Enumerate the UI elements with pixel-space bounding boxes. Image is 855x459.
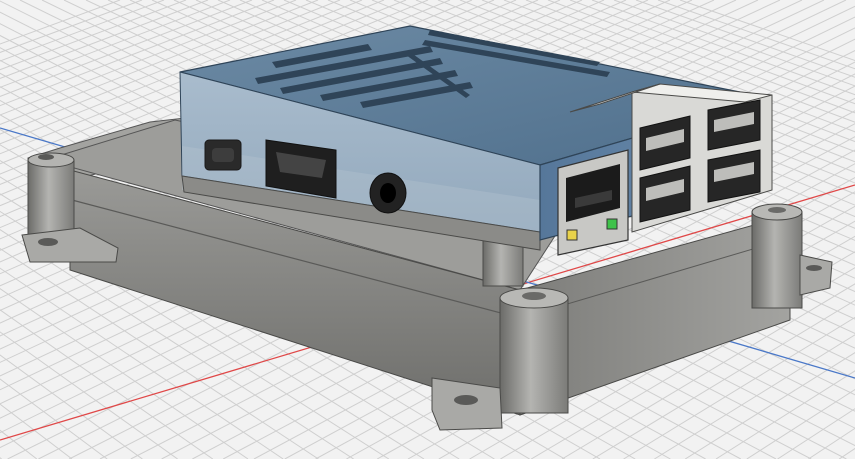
audio-jack[interactable] <box>369 172 407 214</box>
cad-viewport[interactable] <box>0 0 855 459</box>
viewport-canvas[interactable] <box>0 0 855 459</box>
link-led <box>566 229 578 241</box>
micro-usb-port[interactable] <box>204 139 242 171</box>
activity-led <box>606 218 618 230</box>
ethernet-port[interactable] <box>557 149 629 256</box>
